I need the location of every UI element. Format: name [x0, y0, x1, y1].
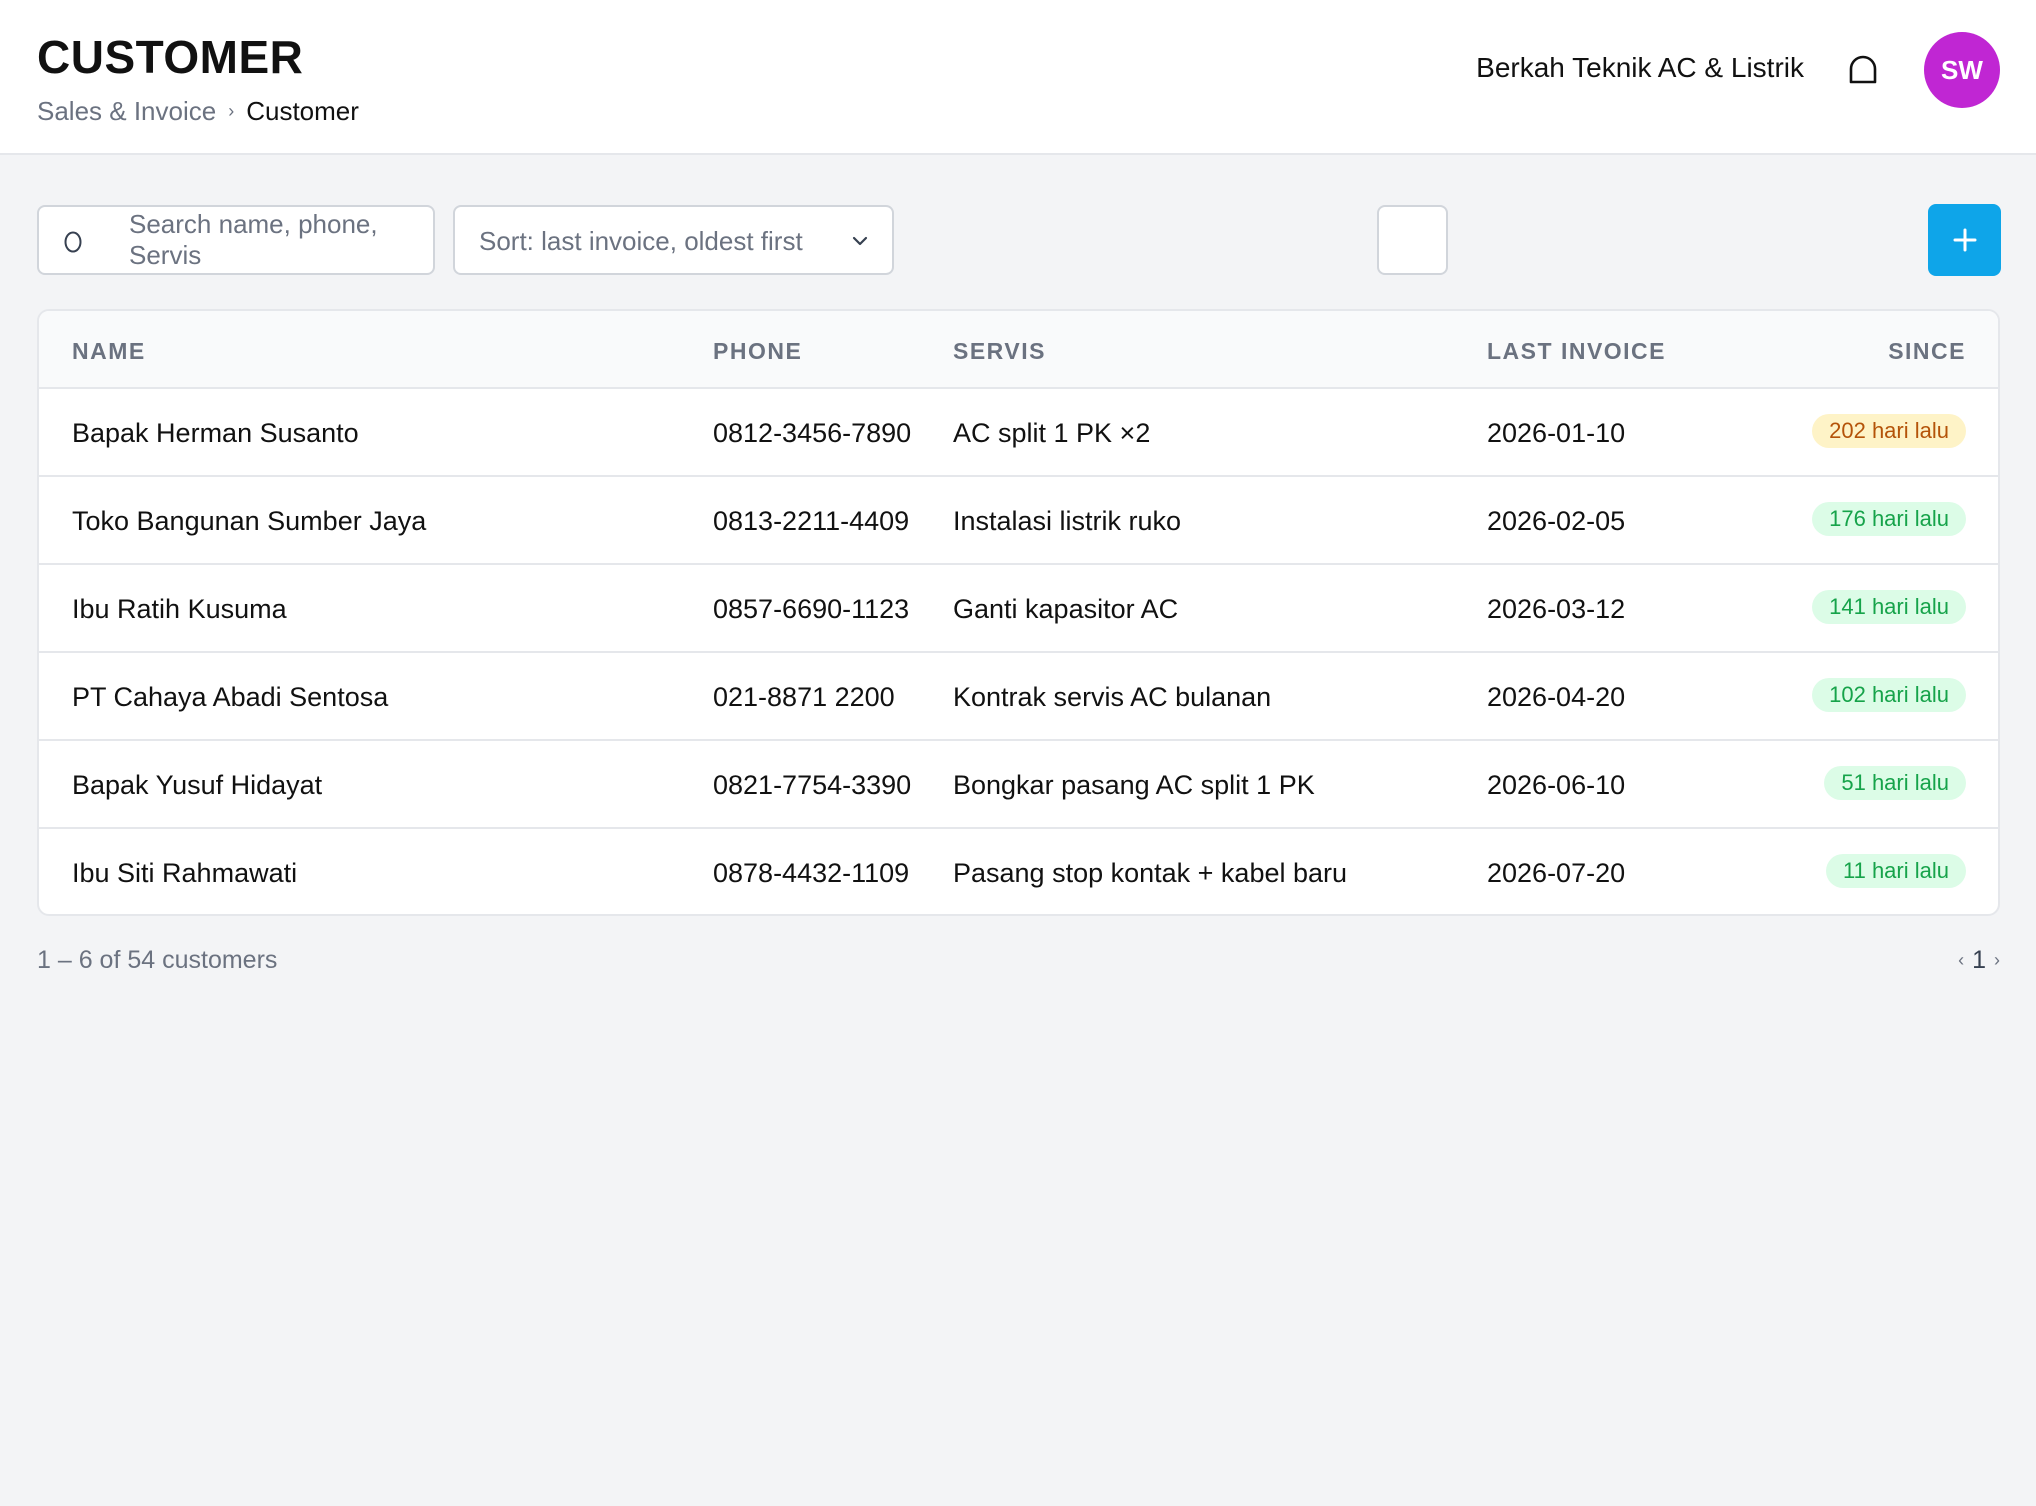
cell-last-invoice: 2026-06-10	[1487, 770, 1626, 800]
chevron-down-icon	[852, 234, 868, 246]
breadcrumb-parent-link[interactable]: Sales & Invoice	[37, 96, 216, 127]
cell-phone: 0813-2211-4409	[713, 506, 910, 536]
company-name[interactable]: Berkah Teknik AC & Listrik	[1476, 52, 1804, 84]
next-page-button[interactable]: ›	[1994, 950, 2000, 971]
breadcrumb-current: Customer	[246, 96, 359, 126]
cell-phone: 0857-6690-1123	[713, 594, 910, 624]
app-header: CUSTOMER Sales & Invoice › Customer Berk…	[0, 0, 2036, 155]
cell-servis: Instalasi listrik ruko	[953, 506, 1182, 536]
cell-phone: 0821-7754-3390	[713, 770, 912, 800]
search-placeholder: Search name, phone, Servis	[129, 209, 378, 270]
cell-phone: 0812-3456-7890	[713, 418, 912, 448]
cell-servis: Bongkar pasang AC split 1 PK	[953, 770, 1315, 800]
cell-servis: Pasang stop kontak + kabel baru	[953, 858, 1348, 888]
page-number[interactable]: 1	[1972, 946, 1986, 975]
cell-servis: Kontrak servis AC bulanan	[953, 682, 1272, 712]
sort-select[interactable]: Sort: last invoice, oldest first	[453, 205, 894, 275]
table-row[interactable]: Ibu Ratih Kusuma 0857-6690-1123 Ganti ka…	[39, 565, 1998, 653]
cell-servis: AC split 1 PK ×2	[953, 418, 1151, 448]
since-badge: 11 hari lalu	[1826, 854, 1966, 888]
cell-name: Toko Bangunan Sumber Jaya	[72, 506, 427, 536]
cell-servis: Ganti kapasitor AC	[953, 594, 1179, 624]
cell-name: Bapak Yusuf Hidayat	[72, 770, 323, 800]
search-icon	[61, 229, 85, 255]
bell-icon[interactable]	[1846, 53, 1880, 87]
cell-last-invoice: 2026-03-12	[1487, 594, 1626, 624]
cell-last-invoice: 2026-01-10	[1487, 418, 1626, 448]
plus-icon	[1953, 228, 1976, 252]
since-badge: 141 hari lalu	[1812, 590, 1966, 624]
since-badge: 202 hari lalu	[1812, 414, 1966, 448]
column-header-since[interactable]: SINCE	[1888, 338, 1966, 365]
table-row[interactable]: Toko Bangunan Sumber Jaya 0813-2211-4409…	[39, 477, 1998, 565]
sort-select-value: Sort: last invoice, oldest first	[479, 226, 803, 256]
user-avatar[interactable]: SW	[1924, 32, 2000, 108]
table-row[interactable]: Ibu Siti Rahmawati 0878-4432-1109 Pasang…	[39, 829, 1998, 914]
add-customer-button[interactable]	[1928, 204, 2001, 276]
column-header-last-invoice[interactable]: LAST INVOICE	[1487, 338, 1666, 365]
column-header-servis[interactable]: SERVIS	[953, 338, 1046, 365]
column-header-name[interactable]: NAME	[72, 338, 146, 365]
table-row[interactable]: PT Cahaya Abadi Sentosa 021-8871 2200 Ko…	[39, 653, 1998, 741]
page-title: CUSTOMER	[37, 31, 304, 83]
column-header-phone[interactable]: PHONE	[713, 338, 802, 365]
cell-phone: 0878-4432-1109	[713, 858, 910, 888]
cell-name: Bapak Herman Susanto	[72, 418, 359, 448]
cell-last-invoice: 2026-04-20	[1487, 682, 1626, 712]
since-badge: 102 hari lalu	[1812, 678, 1966, 712]
cell-last-invoice: 2026-02-05	[1487, 506, 1626, 536]
table-row[interactable]: Bapak Yusuf Hidayat 0821-7754-3390 Bongk…	[39, 741, 1998, 829]
search-input[interactable]: Search name, phone, Servis	[37, 205, 435, 275]
filter-button[interactable]	[1377, 205, 1448, 275]
breadcrumb-separator: ›	[228, 101, 235, 121]
cell-name: PT Cahaya Abadi Sentosa	[72, 682, 389, 712]
breadcrumb: Sales & Invoice › Customer	[37, 96, 359, 127]
customer-table: NAME PHONE SERVIS LAST INVOICE SINCE Bap…	[37, 309, 2000, 916]
cell-name: Ibu Siti Rahmawati	[72, 858, 298, 888]
since-badge: 51 hari lalu	[1824, 766, 1966, 800]
since-badge: 176 hari lalu	[1812, 502, 1966, 536]
cell-phone: 021-8871 2200	[713, 682, 895, 712]
table-header: NAME PHONE SERVIS LAST INVOICE SINCE	[39, 311, 1998, 389]
table-row[interactable]: Bapak Herman Susanto 0812-3456-7890 AC s…	[39, 389, 1998, 477]
pagination: ‹ 1 ›	[1958, 946, 2000, 975]
prev-page-button[interactable]: ‹	[1958, 950, 1964, 971]
cell-name: Ibu Ratih Kusuma	[72, 594, 287, 624]
pagination-summary: 1 – 6 of 54 customers	[37, 946, 278, 974]
cell-last-invoice: 2026-07-20	[1487, 858, 1626, 888]
